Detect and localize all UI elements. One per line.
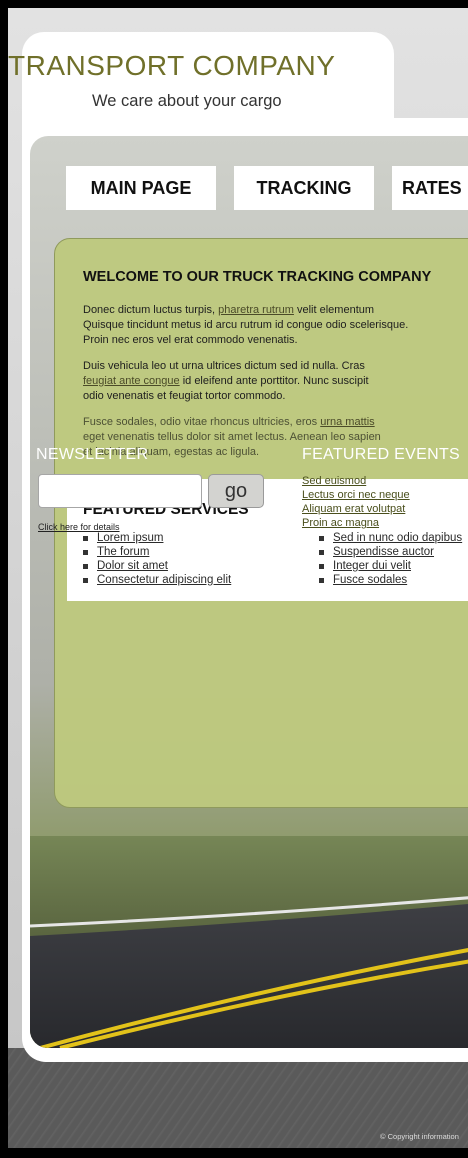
p3-link[interactable]: urna mattis <box>320 416 374 428</box>
newsletter-title: NEWSLETTER <box>36 446 149 463</box>
nav-tracking[interactable]: TRACKING <box>234 166 374 210</box>
list-item[interactable]: The forum <box>83 545 231 559</box>
service-link[interactable]: Sed in nunc odio dapibus <box>333 532 462 544</box>
list-item[interactable]: Dolor sit amet <box>83 559 231 573</box>
service-link[interactable]: Fusce sodales <box>333 574 407 586</box>
nav-tracking-label: TRACKING <box>256 177 352 198</box>
service-link[interactable]: Integer dui velit <box>333 560 411 572</box>
welcome-title: WELCOME TO OUR TRUCK TRACKING COMPANY <box>83 269 432 285</box>
nav-rates-label: RATES <box>402 177 462 198</box>
p1-link[interactable]: pharetra rutrum <box>218 304 294 316</box>
event-link[interactable]: Aliquam erat volutpat <box>302 502 410 516</box>
p1-line-2: Quisque tincidunt metus id arcu rutrum i… <box>83 319 409 331</box>
welcome-paragraph-1: Donec dictum luctus turpis, pharetra rut… <box>83 303 468 348</box>
service-link[interactable]: Suspendisse auctor <box>333 546 434 558</box>
p2-text-b: id eleifend ante porttitor. Nunc suscipi… <box>179 375 369 387</box>
nav-rates[interactable]: RATES <box>392 166 468 210</box>
bullet-icon <box>83 550 88 555</box>
p2-line-3: odio venenatis et feugiat tortor commodo… <box>83 390 286 402</box>
event-link[interactable]: Lectus orci nec neque <box>302 488 410 502</box>
event-link[interactable]: Sed euismod <box>302 474 410 488</box>
go-button-label: go <box>224 479 248 502</box>
bullet-icon <box>319 550 324 555</box>
list-item[interactable]: Sed in nunc odio dapibus <box>319 531 462 545</box>
newsletter-details-link[interactable]: Click here for details <box>38 522 120 532</box>
bullet-icon <box>83 578 88 583</box>
header-tab <box>22 32 394 142</box>
site-title[interactable]: TRANSPORT COMPANY <box>8 50 368 82</box>
p1-text-b: velit elementum <box>293 304 375 316</box>
welcome-paragraph-2: Duis vehicula leo ut urna ultrices dictu… <box>83 359 468 404</box>
bullet-icon <box>319 536 324 541</box>
list-item[interactable]: Consectetur adipiscing elit <box>83 573 231 587</box>
p3-text-a: Fusce sodales, odio vitae rhoncus ultric… <box>83 416 321 428</box>
service-link[interactable]: The forum <box>97 546 149 558</box>
p2-line-1: Duis vehicula leo ut urna ultrices dictu… <box>83 360 365 372</box>
featured-events-list: Sed euismod Lectus orci nec neque Aliqua… <box>302 474 410 530</box>
nav-main-page[interactable]: MAIN PAGE <box>66 166 216 210</box>
service-link[interactable]: Lorem ipsum <box>97 532 163 544</box>
list-item[interactable]: Fusce sodales <box>319 573 462 587</box>
bullet-icon <box>319 564 324 569</box>
featured-events-title: FEATURED EVENTS <box>302 446 460 463</box>
p1-text-a: Donec dictum luctus turpis, <box>83 304 219 316</box>
service-link[interactable]: Dolor sit amet <box>97 560 168 572</box>
nav-main-page-label: MAIN PAGE <box>90 177 192 198</box>
site-tagline: We care about your cargo <box>92 92 282 110</box>
newsletter-go-button[interactable]: go <box>208 474 264 508</box>
services-list-2: Sed in nunc odio dapibus Suspendisse auc… <box>319 531 462 587</box>
newsletter-email-input[interactable] <box>38 474 202 508</box>
list-item[interactable]: Lorem ipsum <box>83 531 231 545</box>
bullet-icon <box>83 536 88 541</box>
copyright-text: © Copyright information <box>380 1132 459 1141</box>
road-image <box>30 836 468 1048</box>
list-item[interactable]: Suspendisse auctor <box>319 545 462 559</box>
bullet-icon <box>83 564 88 569</box>
bullet-icon <box>319 578 324 583</box>
service-link[interactable]: Consectetur adipiscing elit <box>97 574 231 586</box>
services-list-1: Lorem ipsum The forum Dolor sit amet Con… <box>83 531 231 587</box>
event-link[interactable]: Proin ac magna <box>302 516 410 530</box>
p1-line-3: Proin nec eros vel erat commodo venenati… <box>83 334 298 346</box>
p2-link[interactable]: feugiat ante congue <box>83 375 180 387</box>
list-item[interactable]: Integer dui velit <box>319 559 462 573</box>
p3-line-2: eget venenatis tellus dolor sit amet lec… <box>83 431 381 443</box>
page: TRANSPORT COMPANY We care about your car… <box>8 8 468 1148</box>
